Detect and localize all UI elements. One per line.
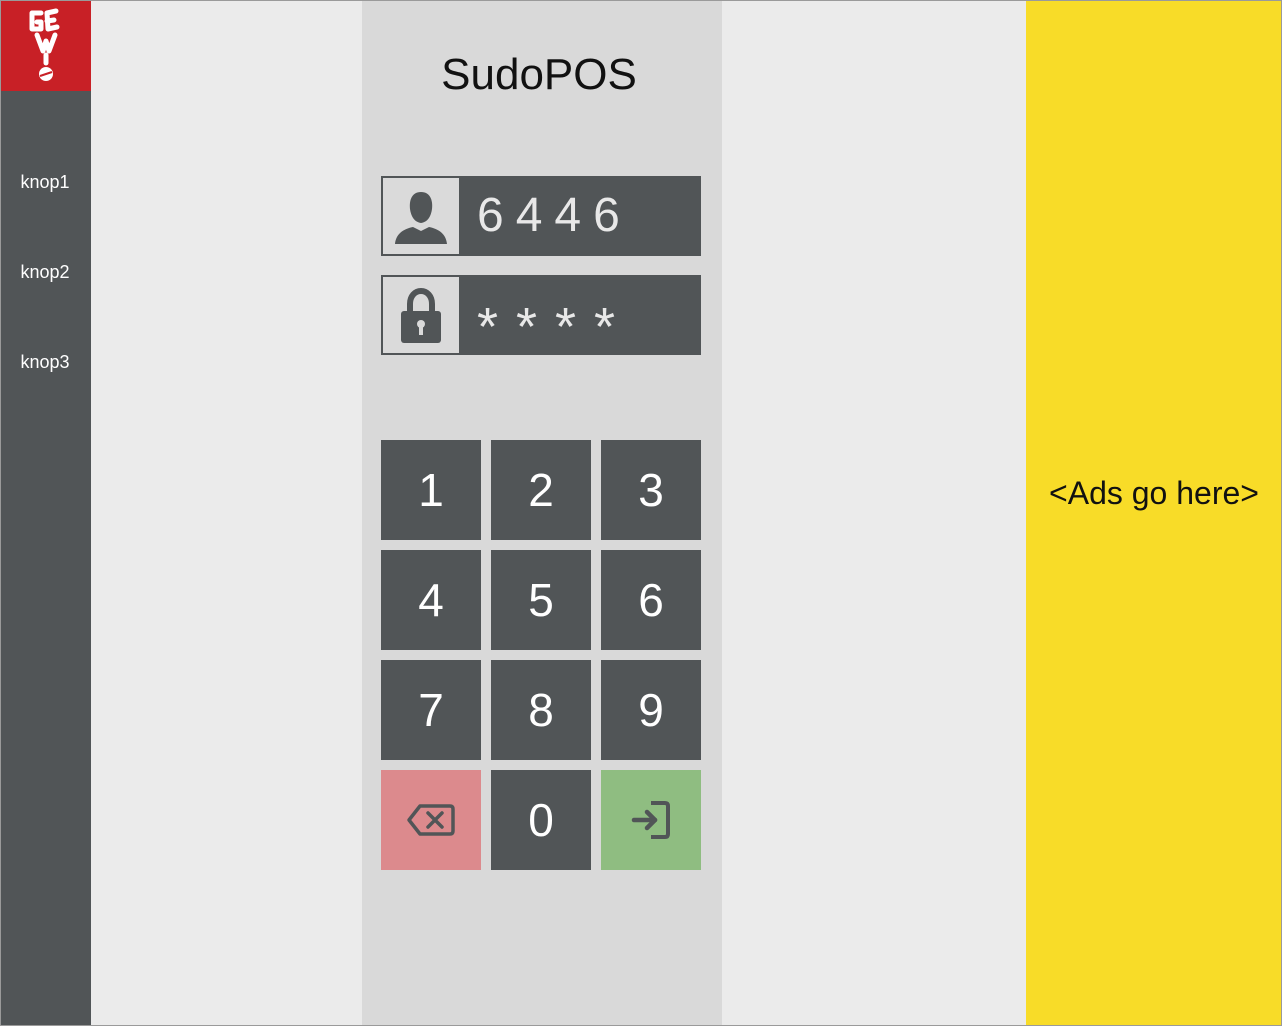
sidebar: knop1 knop2 knop3 (1, 1, 91, 1025)
sidebar-item-label: knop1 (20, 171, 70, 192)
sidebar-item-knop3[interactable]: knop3 (1, 317, 91, 407)
user-icon-box (382, 177, 460, 255)
lock-icon (401, 287, 441, 343)
keypad-key-6[interactable]: 6 (601, 550, 701, 650)
login-panel: SudoPOS 6446 **** 1 2 3 4 5 6 7 8 9 0 (362, 1, 722, 1025)
login-icon (631, 801, 670, 839)
password-value: **** (477, 297, 634, 357)
sidebar-item-label: knop3 (20, 351, 70, 372)
keypad-key-3[interactable]: 3 (601, 440, 701, 540)
delete-button[interactable] (381, 770, 481, 870)
ads-panel: <Ads go here> (1026, 1, 1281, 1025)
sidebar-item-knop2[interactable]: knop2 (1, 227, 91, 317)
sidebar-item-label: knop2 (20, 261, 70, 282)
keypad-key-1[interactable]: 1 (381, 440, 481, 540)
keypad-key-2[interactable]: 2 (491, 440, 591, 540)
login-button[interactable] (601, 770, 701, 870)
page-title: SudoPOS (441, 50, 637, 99)
password-field[interactable]: **** (381, 275, 701, 357)
lock-icon-box (382, 276, 460, 354)
keypad-key-4[interactable]: 4 (381, 550, 481, 650)
keypad-key-9[interactable]: 9 (601, 660, 701, 760)
user-icon (395, 192, 447, 244)
keypad-key-0[interactable]: 0 (491, 770, 591, 870)
keypad-key-5[interactable]: 5 (491, 550, 591, 650)
user-id-value: 6446 (477, 189, 632, 242)
app-window: knop1 knop2 knop3 SudoPOS 6446 **** 1 2 … (0, 0, 1282, 1026)
keypad-key-8[interactable]: 8 (491, 660, 591, 760)
keypad-key-7[interactable]: 7 (381, 660, 481, 760)
user-id-field[interactable]: 6446 (381, 176, 701, 256)
logo-icon (29, 8, 60, 81)
backspace-icon (407, 804, 455, 836)
gewis-logo (1, 1, 91, 91)
sidebar-item-knop1[interactable]: knop1 (1, 137, 91, 227)
ads-placeholder-text: <Ads go here> (1049, 475, 1259, 511)
